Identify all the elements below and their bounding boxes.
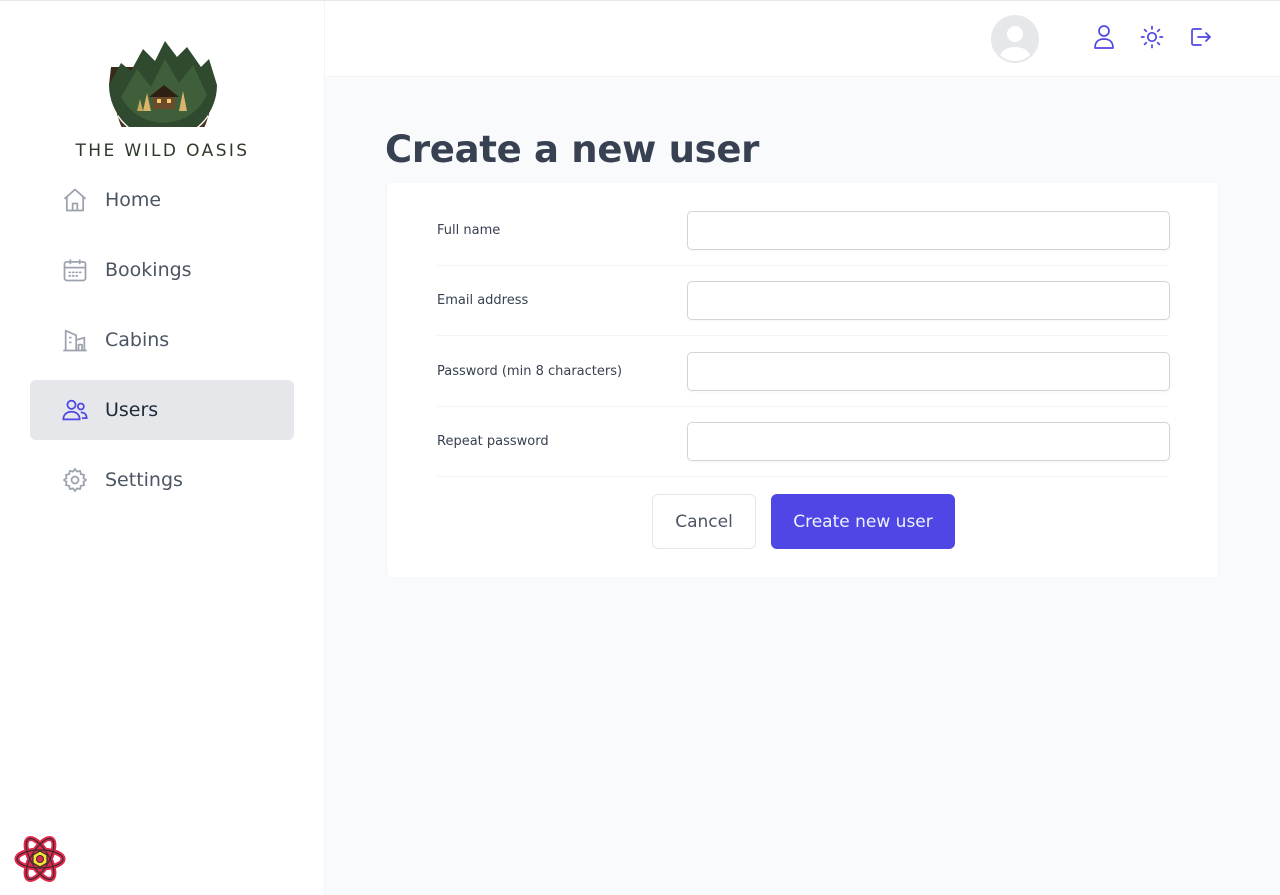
form-row-password: Password (min 8 characters) [437,337,1170,407]
home-icon [60,185,90,215]
building-icon [60,325,90,355]
form-row-full-name: Full name [437,196,1170,266]
calendar-icon [60,255,90,285]
password-label: Password (min 8 characters) [437,364,623,379]
sidebar-item-bookings[interactable]: Bookings [30,240,294,300]
form-row-repeat-password: Repeat password [437,407,1170,477]
brand-name: THE WILD OASIS [75,141,250,161]
form-row-email: Email address [437,266,1170,336]
user-icon [1092,24,1116,54]
sidebar-item-label: Settings [105,469,183,491]
sidebar-item-settings[interactable]: Settings [30,450,294,510]
email-label: Email address [437,293,529,308]
logout-icon [1188,25,1212,53]
main-nav: Home Bookings Cabins Users Settings [30,170,294,520]
full-name-label: Full name [437,223,501,238]
account-button[interactable] [1090,25,1118,53]
create-user-button[interactable]: Create new user [771,494,955,549]
email-field[interactable] [687,281,1170,320]
full-name-field[interactable] [687,211,1170,250]
sidebar: THE WILD OASIS Home Bookings Cabins User… [0,0,325,895]
sidebar-item-label: Home [105,189,162,211]
default-avatar[interactable] [991,15,1039,63]
sidebar-item-label: Cabins [105,329,170,351]
repeat-password-field[interactable] [687,422,1170,461]
gear-icon [60,465,90,495]
users-icon [60,395,90,425]
cancel-button[interactable]: Cancel [652,494,756,549]
brand-logo: THE WILD OASIS [0,37,325,161]
sun-icon [1140,25,1164,53]
top-header [325,0,1280,77]
create-user-form: Full name Email address Password (min 8 … [386,181,1219,579]
password-field[interactable] [687,352,1170,391]
sidebar-item-label: Bookings [105,259,192,281]
sidebar-item-cabins[interactable]: Cabins [30,310,294,370]
react-devtools-icon[interactable] [14,835,66,887]
mountain-cabin-logo-icon [108,41,217,127]
sidebar-item-users[interactable]: Users [30,380,294,440]
repeat-password-label: Repeat password [437,434,549,449]
theme-toggle-button[interactable] [1138,25,1166,53]
page-title: Create a new user [385,128,760,171]
sidebar-item-label: Users [105,399,159,421]
sidebar-item-home[interactable]: Home [30,170,294,230]
logout-button[interactable] [1186,25,1214,53]
